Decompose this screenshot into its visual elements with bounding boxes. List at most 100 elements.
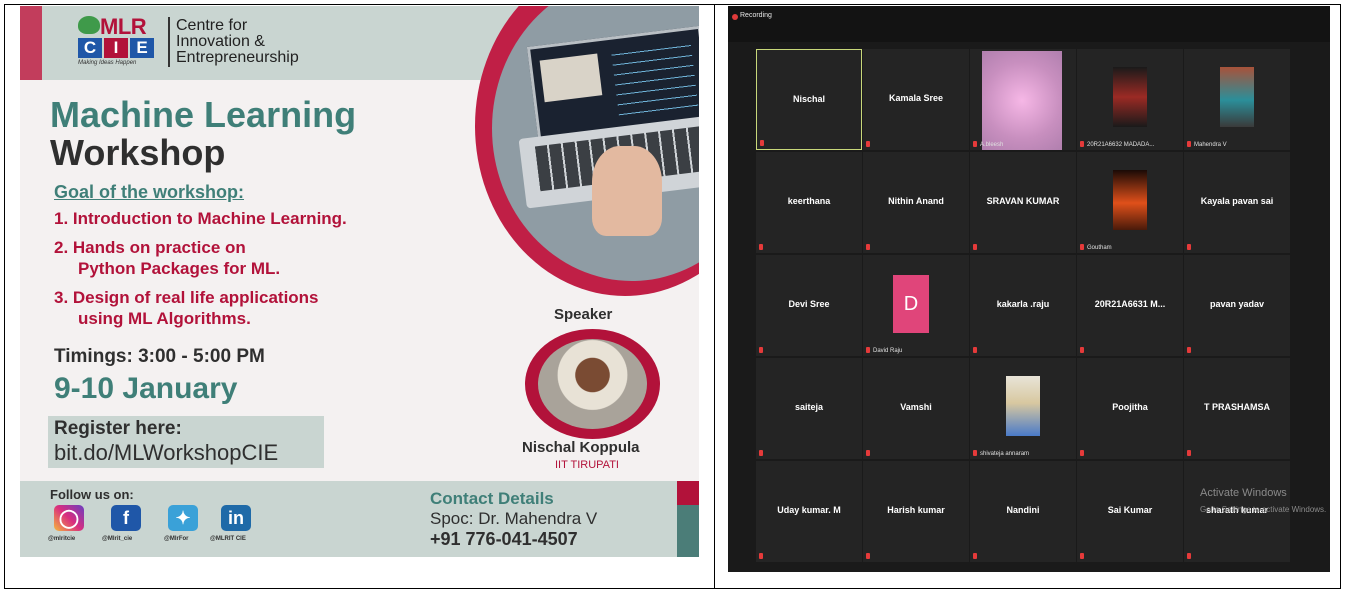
- participant-tile[interactable]: Kayala pavan sai: [1184, 152, 1290, 253]
- participant-name: Vamshi: [900, 402, 932, 412]
- speaker-org: IIT TIRUPATI: [555, 459, 619, 471]
- participant-tile[interactable]: 20R21A6632 MADADA...: [1077, 49, 1183, 150]
- participant-tile[interactable]: SRAVAN KUMAR: [970, 152, 1076, 253]
- goal-item-3: 3. Design of real life applications: [54, 288, 319, 307]
- participant-tile[interactable]: shivateja annaram: [970, 358, 1076, 459]
- logo-cie-e: E: [130, 38, 154, 58]
- participant-caption: David Raju: [873, 348, 903, 354]
- participant-name: keerthana: [787, 196, 831, 206]
- participant-tile[interactable]: D David Raju: [863, 255, 969, 356]
- logo-cie-c: C: [78, 38, 102, 58]
- participant-tile[interactable]: saiteja: [756, 358, 862, 459]
- participant-name: Nischal: [792, 94, 825, 104]
- participant-grid: Nischal Kamala Sree A.bleesh 20R21A6632 MAD…: [756, 49, 1292, 562]
- participant-tile[interactable]: Goutham: [1077, 152, 1183, 253]
- participant-name: T PRASHAMSA: [1203, 402, 1270, 412]
- goal-heading: Goal of the workshop:: [54, 182, 245, 202]
- goal-item-1: 1. Introduction to Machine Learning.: [54, 209, 347, 228]
- logo-cie: C I E: [78, 38, 154, 58]
- participant-tile[interactable]: kakarla .raju: [970, 255, 1076, 356]
- participant-name: Sai Kumar: [1107, 505, 1153, 515]
- linkedin-handle: @MLRIT CIE: [210, 536, 246, 542]
- participant-tile[interactable]: T PRASHAMSA: [1184, 358, 1290, 459]
- participant-name: Harish kumar: [887, 505, 945, 515]
- event-dates: 9-10 January: [54, 372, 238, 405]
- participant-tile[interactable]: Harish kumar: [863, 461, 969, 562]
- timings: Timings: 3:00 - 5:00 PM: [54, 346, 265, 367]
- logo-text-line2: Innovation &: [176, 33, 265, 50]
- participant-tile[interactable]: Devi Sree: [756, 255, 862, 356]
- footer-accent: [677, 481, 699, 557]
- participant-name: SRAVAN KUMAR: [986, 196, 1060, 206]
- instagram-handle: @mlritcie: [48, 536, 76, 542]
- participant-name: kakarla .raju: [996, 299, 1050, 309]
- facebook-icon[interactable]: f: [111, 505, 141, 531]
- muted-mic-icon: [1080, 553, 1084, 559]
- participant-tile[interactable]: Nithin Anand: [863, 152, 969, 253]
- muted-mic-icon: [1187, 244, 1191, 250]
- contact-title: Contact Details: [430, 489, 554, 508]
- muted-mic-icon: [759, 450, 763, 456]
- participant-tile[interactable]: Nandini: [970, 461, 1076, 562]
- muted-mic-icon: [973, 244, 977, 250]
- participant-name: Devi Sree: [788, 299, 830, 309]
- muted-mic-icon: [866, 244, 870, 250]
- participant-tile[interactable]: Poojitha: [1077, 358, 1183, 459]
- logo-cie-i: I: [104, 38, 128, 58]
- participant-tile[interactable]: pavan yadav: [1184, 255, 1290, 356]
- participant-tile[interactable]: Sai Kumar: [1077, 461, 1183, 562]
- participant-tile[interactable]: Kamala Sree: [863, 49, 969, 150]
- twitter-handle: @MlrFor: [164, 536, 189, 542]
- muted-mic-icon: [1080, 450, 1084, 456]
- participant-name: Nithin Anand: [888, 196, 944, 206]
- muted-mic-icon: [1187, 450, 1191, 456]
- participant-name: 20R21A6631 M...: [1094, 299, 1166, 309]
- linkedin-icon[interactable]: in: [221, 505, 251, 531]
- participant-video: [1220, 67, 1254, 127]
- muted-mic-icon: [1187, 553, 1191, 559]
- participant-name: Uday kumar. M: [777, 505, 841, 515]
- speaker-name: Nischal Koppula: [522, 439, 640, 456]
- participant-tile[interactable]: Nischal: [756, 49, 862, 150]
- contact-phone: +91 776-041-4507: [430, 529, 578, 549]
- muted-mic-icon: [1080, 347, 1084, 353]
- muted-mic-icon: [1187, 141, 1191, 147]
- goal-item-3-cont: using ML Algorithms.: [78, 309, 251, 328]
- speaker-photo: [538, 339, 647, 429]
- participant-tile[interactable]: A.bleesh: [970, 49, 1076, 150]
- participant-video: [1113, 67, 1147, 127]
- muted-mic-icon: [866, 553, 870, 559]
- participant-caption: Mahendra V: [1194, 142, 1227, 148]
- instagram-icon[interactable]: ◯: [54, 505, 84, 531]
- participant-caption: A.bleesh: [980, 142, 1004, 148]
- participant-caption: shivateja annaram: [980, 451, 1030, 457]
- participant-tile[interactable]: Mahendra V: [1184, 49, 1290, 150]
- muted-mic-icon: [1187, 347, 1191, 353]
- register-label: Register here:: [54, 418, 182, 439]
- speaker-label: Speaker: [554, 306, 613, 323]
- participant-video: [1113, 170, 1147, 230]
- participant-name: Kayala pavan sai: [1200, 196, 1274, 206]
- muted-mic-icon: [973, 141, 977, 147]
- muted-mic-icon: [1080, 244, 1084, 250]
- muted-mic-icon: [973, 347, 977, 353]
- goal-item-2-cont: Python Packages for ML.: [78, 259, 281, 278]
- participant-tile[interactable]: keerthana: [756, 152, 862, 253]
- activate-windows-subtitle: Go to Settings to activate Windows.: [1200, 505, 1327, 514]
- title-line2: Workshop: [50, 132, 226, 173]
- muted-mic-icon: [759, 347, 763, 353]
- participant-tile[interactable]: 20R21A6631 M...: [1077, 255, 1183, 356]
- muted-mic-icon: [973, 553, 977, 559]
- column-divider: [714, 4, 715, 589]
- register-link[interactable]: bit.do/MLWorkshopCIE: [54, 440, 278, 466]
- activate-windows-title: Activate Windows: [1200, 487, 1287, 499]
- participant-avatar: D: [893, 275, 929, 333]
- twitter-icon[interactable]: ✦: [168, 505, 198, 531]
- muted-mic-icon: [1080, 141, 1084, 147]
- muted-mic-icon: [973, 450, 977, 456]
- participant-caption: Goutham: [1087, 245, 1112, 251]
- recording-label[interactable]: Recording: [740, 12, 772, 19]
- participant-name: saiteja: [794, 402, 824, 412]
- participant-tile[interactable]: Vamshi: [863, 358, 969, 459]
- participant-tile[interactable]: Uday kumar. M: [756, 461, 862, 562]
